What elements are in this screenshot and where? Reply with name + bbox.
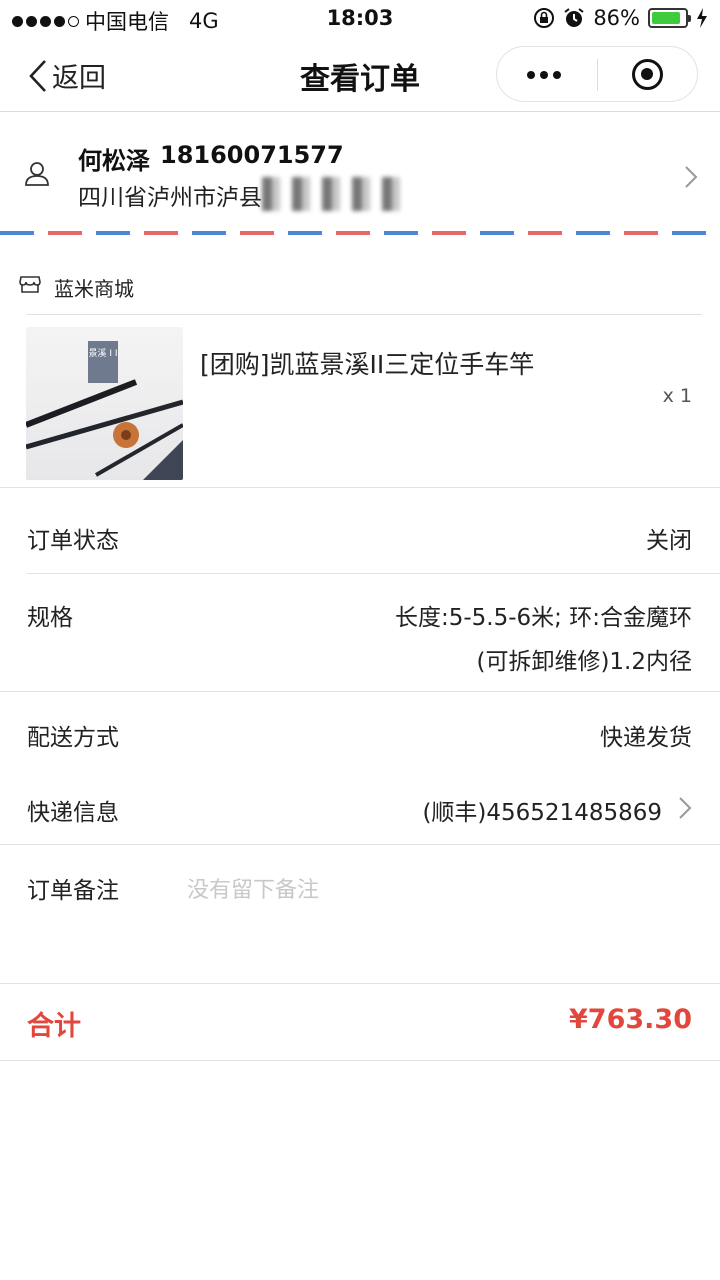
order-status-label: 订单状态	[27, 528, 119, 554]
remark-label: 订单备注	[27, 878, 119, 904]
status-right: 86%	[533, 6, 708, 30]
divider	[0, 1060, 720, 1061]
product-quantity: x 1	[662, 385, 692, 407]
express-label: 快递信息	[27, 800, 119, 826]
remark-placeholder: 没有留下备注	[187, 878, 320, 903]
envelope-border	[0, 231, 720, 235]
recipient-line: 何松泽 18160071577	[78, 141, 344, 176]
spec-row: 规格 长度:5-5.5-6米; 环:合金魔环 (可拆卸维修)1.2内径	[0, 574, 720, 691]
delivery-row: 配送方式 快递发货	[0, 692, 720, 768]
address-redaction	[262, 177, 412, 211]
chevron-right-icon	[679, 797, 692, 819]
battery-icon	[648, 8, 691, 28]
chevron-right-icon	[685, 166, 698, 188]
remark-row: 订单备注 没有留下备注	[0, 845, 720, 983]
more-icon[interactable]	[527, 71, 561, 79]
store-name: 蓝米商城	[54, 277, 134, 301]
rotation-lock-icon	[534, 8, 555, 28]
battery-percent: 86%	[593, 6, 640, 30]
spec-value-line2: (可拆卸维修)1.2内径	[476, 649, 692, 675]
order-status-row: 订单状态 关闭	[0, 488, 720, 573]
product-thumbnail: 景溪 I I	[26, 327, 183, 480]
alarm-icon	[564, 8, 584, 27]
address-card[interactable]: 何松泽 18160071577 四川省泸州市泸县	[0, 113, 720, 231]
product-item[interactable]: 景溪 I I [团购]凯蓝景溪II三定位手车竿 x 1	[0, 315, 720, 487]
express-value: (顺丰)456521485869	[422, 800, 662, 826]
recipient-name: 何松泽	[78, 147, 150, 175]
capsule-divider	[597, 59, 598, 91]
person-icon	[25, 162, 49, 186]
charging-icon	[697, 8, 707, 28]
delivery-value: 快递发货	[600, 725, 692, 751]
order-status-value: 关闭	[646, 528, 692, 554]
store-icon	[19, 276, 41, 293]
miniprogram-capsule	[496, 46, 698, 102]
express-row[interactable]: 快递信息 (顺丰)456521485869	[0, 768, 720, 844]
spec-value-line1: 长度:5-5.5-6米; 环:合金魔环	[394, 605, 692, 631]
total-label: 合计	[27, 1011, 81, 1042]
status-bar: 中国电信 4G 18:03 86%	[0, 0, 720, 38]
delivery-label: 配送方式	[27, 725, 119, 751]
total-row: 合计 ¥763.30	[0, 984, 720, 1060]
spec-label: 规格	[27, 605, 73, 631]
product-title: [团购]凯蓝景溪II三定位手车竿	[200, 350, 535, 379]
store-header[interactable]: 蓝米商城	[0, 262, 720, 312]
nav-bar: 返回 查看订单	[0, 38, 720, 112]
recipient-address: 四川省泸州市泸县	[78, 185, 262, 211]
thumbnail-corner	[143, 440, 183, 480]
close-target-icon[interactable]	[632, 59, 663, 90]
total-value: ¥763.30	[569, 1004, 692, 1035]
recipient-phone: 18160071577	[160, 141, 344, 169]
